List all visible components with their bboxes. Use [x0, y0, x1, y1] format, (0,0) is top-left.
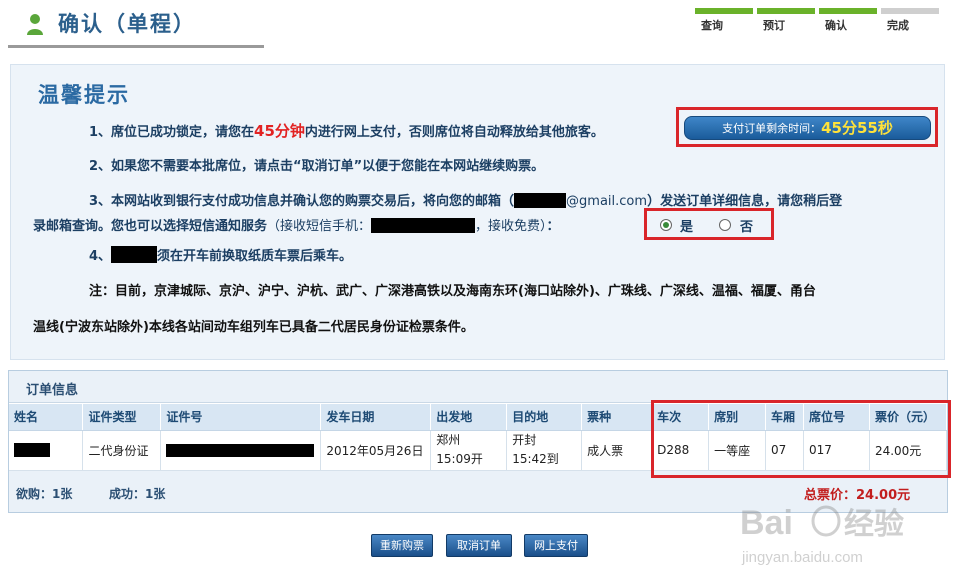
sms-option-group: 是 否: [644, 208, 774, 240]
want-count: 欲购：1张: [16, 487, 73, 501]
cell-id-type: 二代身份证: [82, 430, 162, 471]
col-date: 发车日期: [320, 404, 432, 431]
cell-date: 2012年05月26日: [320, 430, 432, 471]
note-line-1: 注：目前，京津城际、京沪、沪宁、沪杭、武广、广深港高铁以及海南东环(海口站除外)…: [89, 284, 816, 299]
progress-steps: 查询 预订 确认 完成: [695, 8, 945, 34]
redacted-id-number: [166, 444, 315, 457]
rebuy-button[interactable]: 重新购票: [371, 534, 433, 557]
tip-line-3b: 录邮箱查询。您也可以选择短信通知服务（接收短信手机： ，接收免费）：: [33, 218, 560, 234]
user-icon: [27, 14, 43, 35]
col-id-type: 证件类型: [82, 404, 162, 431]
note-line-2: 温线(宁波东站除外)本线各站间动车组列车已具备二代居民身份证检票条件。: [33, 320, 474, 335]
redacted-passenger-name: [14, 443, 50, 457]
order-heading: 订单信息: [26, 383, 79, 398]
sms-no-label: 否: [740, 220, 754, 235]
step-complete: 完成: [881, 8, 939, 34]
page-title: 确认（单程）: [58, 12, 196, 36]
cell-name: [9, 430, 84, 471]
col-name: 姓名: [9, 404, 84, 431]
tip-line-1: 1、席位已成功锁定，请您在45分钟内进行网上支付，否则席位将自动释放给其他旅客。: [89, 122, 604, 140]
success-count: 成功：1张: [109, 487, 166, 501]
col-ticket-type: 票种: [581, 404, 653, 431]
col-from: 出发地: [430, 404, 508, 431]
redacted-name: [111, 246, 158, 263]
sms-no-radio[interactable]: [719, 219, 731, 231]
tips-heading: 温馨提示: [38, 83, 130, 107]
tips-panel: 温馨提示 1、席位已成功锁定，请您在45分钟内进行网上支付，否则席位将自动释放给…: [10, 64, 945, 360]
baidu-watermark: Bai 经验 jingyan.baidu.com: [740, 504, 904, 566]
col-id-number: 证件号: [160, 404, 322, 431]
svg-text:jingyan.baidu.com: jingyan.baidu.com: [741, 549, 863, 566]
timer-highlight: 支付订单剩余时间：45分55秒: [676, 107, 938, 147]
page-header: 确认（单程）: [8, 6, 264, 48]
cell-id-number: [160, 430, 322, 471]
train-info-highlight: [651, 400, 951, 478]
redacted-phone: [371, 218, 476, 233]
page: 确认（单程） 查询 预订 确认 完成 温馨提示 1、席位已成功锁定，请您在45分…: [0, 0, 965, 581]
sms-yes-label: 是: [680, 220, 694, 235]
cell-from: 郑州 15:09开: [430, 430, 508, 471]
cell-ticket-type: 成人票: [581, 430, 653, 471]
svg-text:经验: 经验: [844, 507, 904, 542]
lock-time: 45分钟: [254, 122, 305, 140]
step-query: 查询: [695, 8, 753, 34]
step-book: 预订: [757, 8, 815, 34]
cell-to: 开封 15:42到: [506, 430, 583, 471]
timer-value: 45分55秒: [821, 119, 893, 137]
step-confirm: 确认: [819, 8, 877, 34]
cancel-order-button[interactable]: 取消订单: [446, 534, 512, 557]
payment-timer: 支付订单剩余时间：45分55秒: [684, 116, 931, 140]
tip-line-4: 4、 须在开车前换取纸质车票后乘车。: [89, 245, 352, 264]
tip-line-3a: 3、本网站收到银行支付成功信息并确认您的购票交易后，将向您的邮箱（ @gmail.…: [89, 193, 843, 209]
col-to: 目的地: [506, 404, 583, 431]
redacted-email: [514, 193, 567, 208]
tip-line-2: 2、如果您不需要本批席位，请点击“取消订单”以便于您能在本网站继续购票。: [89, 159, 545, 174]
sms-yes-radio[interactable]: [660, 219, 672, 231]
pay-online-button[interactable]: 网上支付: [524, 534, 588, 557]
svg-text:Bai: Bai: [740, 504, 793, 542]
